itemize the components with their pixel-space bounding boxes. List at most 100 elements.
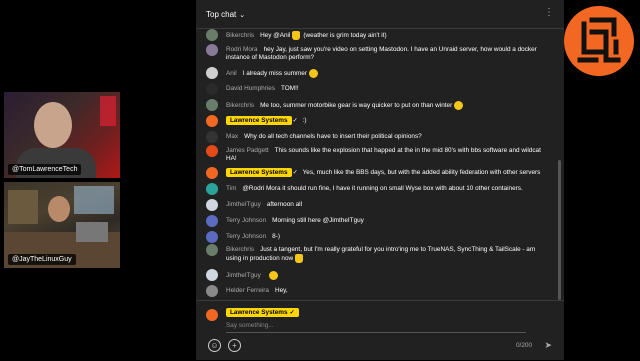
- chat-message: Lawrence Systems ✓:): [196, 115, 564, 127]
- message-text: 8-): [272, 233, 280, 240]
- bg-light: [100, 96, 116, 126]
- message-author[interactable]: Anil: [226, 70, 237, 77]
- chat-composer: Lawrence Systems ✓ Say something... ☺ + 0…: [196, 300, 564, 361]
- video-tile-tom: @TomLawrenceTech: [4, 92, 120, 178]
- message-text: Me too, summer motorbike gear is way qui…: [260, 102, 453, 110]
- message-author[interactable]: David Humphries: [226, 85, 275, 92]
- message-text: Just a tangent, but I'm really grateful …: [226, 246, 536, 263]
- add-icon[interactable]: +: [228, 339, 241, 352]
- message-author[interactable]: Helder Ferreira: [226, 287, 269, 294]
- char-counter: 0/200: [516, 342, 532, 349]
- chat-message: David Humphries TOM!!: [196, 83, 564, 95]
- message-body: Anil I already miss summer: [226, 67, 318, 78]
- chat-message: Helder Ferreira Hey,: [196, 285, 564, 297]
- chat-message: Terry Johnson Morning still here @JimtheI…: [196, 215, 564, 227]
- message-text: @Rodri Mora it should run fine, I have i…: [242, 185, 523, 192]
- more-options-icon[interactable]: ⋮: [544, 8, 554, 18]
- message-author[interactable]: Bikerchris: [226, 32, 254, 39]
- lawrence-systems-logo: [562, 4, 636, 78]
- avatar[interactable]: [206, 83, 218, 95]
- name-tag: @TomLawrenceTech: [8, 164, 82, 175]
- avatar[interactable]: [206, 99, 218, 111]
- chat-message: Lawrence Systems ✓ Yes, much like the BBS …: [196, 167, 564, 179]
- message-body: Bikerchris Me too, summer motorbike gear …: [226, 99, 464, 110]
- message-text: hey Jay, just saw you're video on settin…: [226, 46, 537, 61]
- chat-message: Rodri Mora hey Jay, just saw you're video…: [196, 44, 564, 62]
- presenter-head: [34, 102, 72, 148]
- chat-message: Bikerchris Hey @Anil (weather is grim toda…: [196, 29, 564, 41]
- grin-icon: [268, 271, 278, 280]
- avatar[interactable]: [206, 244, 218, 256]
- avatar[interactable]: [206, 215, 218, 227]
- chat-message: JimtheITguy afternoon all: [196, 199, 564, 211]
- message-body: Max Why do all tech channels have to inse…: [226, 131, 422, 141]
- avatar[interactable]: [206, 145, 218, 157]
- avatar: [206, 309, 218, 321]
- composer-author: Lawrence Systems ✓: [226, 308, 304, 317]
- message-text: Hey,: [274, 287, 288, 294]
- chat-message: Max Why do all tech channels have to inse…: [196, 131, 564, 143]
- message-author[interactable]: James Padgett: [226, 147, 269, 154]
- message-author[interactable]: JimtheITguy: [226, 201, 261, 208]
- presenter-head: [48, 196, 70, 222]
- message-body: JimtheITguy afternoon all: [226, 199, 302, 209]
- message-author[interactable]: Terry Johnson: [226, 233, 266, 240]
- message-author[interactable]: Terry Johnson: [226, 217, 266, 224]
- message-author[interactable]: Bikerchris: [226, 246, 254, 253]
- verified-icon: ✓: [292, 118, 298, 124]
- message-text: afternoon all: [266, 201, 302, 208]
- avatar[interactable]: [206, 44, 218, 56]
- avatar[interactable]: [206, 131, 218, 143]
- message-author[interactable]: Rodri Mora: [226, 46, 258, 53]
- chevron-down-icon: ⌄: [239, 11, 246, 19]
- message-body: Bikerchris Just a tangent, but I'm really…: [226, 244, 552, 263]
- chat-mode-label: Top chat: [206, 9, 237, 19]
- message-text: TOM!!: [281, 85, 299, 92]
- message-text-continued: (weather is grim today ain't it): [303, 32, 387, 40]
- sad-icon: [454, 101, 464, 110]
- chat-input[interactable]: Say something...: [226, 322, 526, 333]
- avatar[interactable]: [206, 199, 218, 211]
- emoji-icon[interactable]: ☺: [208, 339, 221, 352]
- message-text: I already miss summer: [242, 70, 307, 78]
- chat-message: JimtheITguy: [196, 269, 564, 281]
- send-icon[interactable]: ➤: [544, 340, 552, 351]
- message-author[interactable]: JimtheITguy: [226, 272, 261, 279]
- message-text: Hey @Anil: [260, 32, 291, 40]
- chat-message: Bikerchris Me too, summer motorbike gear …: [196, 99, 564, 111]
- message-body: Bikerchris Hey @Anil (weather is grim toda…: [226, 29, 387, 40]
- message-body: Helder Ferreira Hey,: [226, 285, 288, 295]
- thumbs-up-icon: [295, 254, 304, 263]
- avatar[interactable]: [206, 183, 218, 195]
- avatar[interactable]: [206, 231, 218, 243]
- message-author[interactable]: Tim: [226, 185, 236, 192]
- live-chat-panel: Top chat ⌄ ⋮ Bikerchris Hey @Anil (weather …: [196, 0, 564, 360]
- message-text: Yes, much like the BBS days, but with th…: [302, 169, 541, 176]
- avatar[interactable]: [206, 285, 218, 297]
- message-body: David Humphries TOM!!: [226, 83, 299, 93]
- message-text: Why do all tech channels have to insert …: [244, 133, 422, 140]
- chat-scrollbar[interactable]: [558, 160, 561, 300]
- message-author[interactable]: Bikerchris: [226, 102, 254, 109]
- avatar[interactable]: [206, 167, 218, 179]
- chat-message: James Padgett This sounds like the explos…: [196, 145, 564, 163]
- chat-header: Top chat ⌄ ⋮: [196, 0, 564, 29]
- avatar[interactable]: [206, 269, 218, 281]
- avatar[interactable]: [206, 29, 218, 41]
- avatar[interactable]: [206, 67, 218, 79]
- avatar[interactable]: [206, 115, 218, 127]
- chat-mode-selector[interactable]: Top chat ⌄: [206, 10, 245, 19]
- message-body: Rodri Mora hey Jay, just saw you're video…: [226, 44, 552, 62]
- chat-message: Anil I already miss summer: [196, 67, 564, 79]
- message-body: Tim @Rodri Mora it should run fine, I hav…: [226, 183, 523, 193]
- message-author[interactable]: Max: [226, 133, 238, 140]
- message-text: Morning still here @JimtheITguy: [272, 217, 364, 224]
- message-author[interactable]: Lawrence Systems: [226, 168, 292, 177]
- message-author[interactable]: Lawrence Systems: [226, 116, 292, 125]
- message-body: Terry Johnson 8-): [226, 231, 280, 241]
- message-body: Lawrence Systems ✓ Yes, much like the BBS …: [226, 167, 540, 177]
- shelf: [8, 190, 38, 224]
- thumbs-up-icon: [292, 31, 301, 40]
- message-text: :): [302, 117, 307, 124]
- video-tile-jay: @JayTheLinuxGuy: [4, 182, 120, 268]
